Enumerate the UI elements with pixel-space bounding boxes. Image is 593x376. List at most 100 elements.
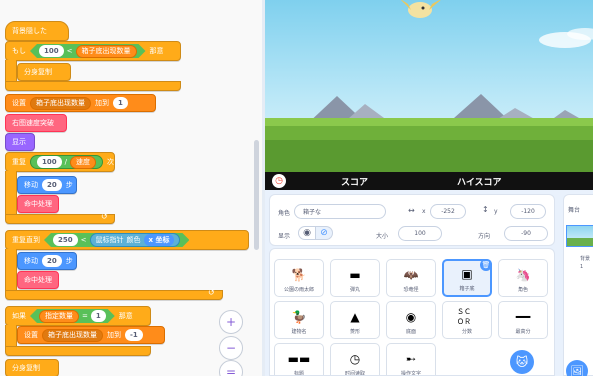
sprite-thumbnail: ━━	[515, 310, 531, 324]
variable-dropdown[interactable]: 箱子底出现数量	[30, 96, 91, 110]
sprite-thumbnail: ◉	[405, 310, 417, 324]
code-workspace[interactable]: 背景隠した もし 100 < 箱子底出现数量 那意 分身复制 设置 箱子底出现数…	[0, 0, 262, 376]
sensing-field[interactable]: 颜色	[127, 235, 141, 245]
if-block[interactable]: もし 100 < 箱子底出现数量 那意	[5, 41, 181, 61]
sprite-thumbnail: ▲	[350, 310, 360, 324]
comparison-operator[interactable]: 100 < 箱子底出现数量	[30, 44, 146, 58]
sprite-tile[interactable]: 🐕 公園の雨太郎	[274, 259, 324, 297]
hit-handler-block-2[interactable]: 命中处理	[17, 271, 59, 289]
sprite-name: 分数	[461, 329, 472, 335]
sprite-tile[interactable]: 🦇 恐竜怪	[386, 259, 436, 297]
show-sprite-eye-icon[interactable]: ◉	[298, 226, 316, 240]
sprite-tile[interactable]: ＳＣＯＲ 分数	[442, 301, 492, 339]
repeat-block[interactable]: 重复 100 / 速度 次	[5, 152, 115, 172]
divide-operator[interactable]: 100 / 速度	[30, 155, 103, 169]
stage-card[interactable]: 舞台 背景 1	[563, 194, 593, 376]
if-block-2[interactable]: 如果 指定数量 = 1 那意	[5, 306, 151, 326]
set2-value[interactable]: -1	[125, 329, 143, 341]
sprite-tile[interactable]: ◉ 底面	[386, 301, 436, 339]
sprite-tile[interactable]: 🦆 建物名	[274, 301, 324, 339]
hat-block-when-backdrop-switches[interactable]: 背景隠した	[5, 21, 69, 41]
zoom-in-button[interactable]: +	[219, 310, 243, 334]
move-steps-block-2[interactable]: 移动 20 步	[17, 252, 77, 270]
y-label: y	[494, 208, 498, 215]
sprite-name: 弾丸	[349, 287, 360, 293]
less-than-operator[interactable]: 250 < 鼠标指针 颜色 x 坐标	[44, 233, 189, 247]
sprite-tile[interactable]: ▬ 弾丸	[330, 259, 380, 297]
custom-block[interactable]: 右图速度突破	[5, 114, 67, 132]
speed-variable[interactable]: 速度	[69, 155, 96, 169]
show-label: 显示	[12, 138, 26, 146]
sprite-tile[interactable]: ▣ 箱子底 🗑	[442, 259, 492, 297]
sprite-name: 箱子底	[459, 286, 475, 292]
if-block-end	[5, 81, 181, 91]
size-input[interactable]: 100	[398, 226, 442, 241]
if-keyword: もし	[12, 47, 26, 55]
backdrop-count-value: 1	[580, 264, 584, 270]
operator-symbol: <	[66, 47, 73, 55]
variable-dropdown-2[interactable]: 箱子底出现数量	[42, 328, 103, 342]
create-clone-block[interactable]: 分身复制	[17, 63, 71, 81]
divide-operand[interactable]: 100	[37, 156, 62, 168]
set-variable-block[interactable]: 设置 箱子底出现数量 加到 1	[5, 94, 156, 112]
move-steps-block[interactable]: 移动 20 步	[17, 176, 77, 194]
sprite-name-label: 角色	[278, 210, 291, 217]
hit-handler-block[interactable]: 命中处理	[17, 195, 59, 213]
delete-sprite-icon[interactable]: 🗑	[480, 259, 492, 271]
add-sprite-button[interactable]: 🐱	[510, 350, 534, 374]
change-variable-block[interactable]: 设置 箱子底出现数量 加到 -1	[17, 326, 165, 344]
sprite-thumbnail: ＳＣＯＲ	[457, 308, 471, 326]
y-position-input[interactable]: -120	[510, 204, 546, 219]
size-label: 大小	[376, 233, 389, 240]
add-backdrop-button[interactable]: 🖼	[566, 360, 588, 376]
sprite-name: 公園の雨太郎	[283, 287, 314, 293]
hide-sprite-eye-icon[interactable]: ⊘	[315, 226, 333, 240]
sprite-thumbnail: ▬	[349, 268, 361, 282]
sprite-thumbnail: 🦆	[291, 310, 307, 324]
stage-selector[interactable]: 舞台 背景 1	[561, 190, 593, 376]
equals-operator[interactable]: 指定数量 = 1	[30, 309, 115, 323]
create-clone-block-2[interactable]: 分身复制	[5, 359, 59, 376]
if-block-2-arm	[5, 325, 17, 347]
x-position-input[interactable]: -252	[430, 204, 466, 219]
move-label: 移动	[24, 181, 38, 189]
stage-canvas[interactable]	[265, 0, 593, 172]
equals-value[interactable]: 1	[91, 310, 106, 322]
cat-icon: 🐱	[515, 355, 529, 369]
set-value[interactable]: 1	[113, 97, 128, 109]
zoom-out-button[interactable]: −	[219, 336, 243, 360]
bird-sprite[interactable]	[399, 0, 443, 18]
set2-mid: 加到	[107, 331, 121, 339]
sprite-name: 恐竜怪	[403, 287, 419, 293]
sprite-thumbnail: 🦄	[515, 268, 531, 282]
sprite-tile[interactable]: ━━ 最高分	[498, 301, 548, 339]
variable-reporter[interactable]: 箱子底出现数量	[76, 45, 137, 58]
sprite-tile[interactable]: 🦄 角色	[498, 259, 548, 297]
compare-value[interactable]: 250	[53, 234, 78, 246]
direction-input[interactable]: -90	[504, 226, 548, 241]
workspace-scrollbar[interactable]	[254, 140, 259, 250]
count-variable[interactable]: 指定数量	[39, 310, 79, 323]
zoom-reset-button[interactable]: =	[219, 360, 243, 376]
sprite-tile[interactable]: ➸ 操作文字	[386, 343, 436, 375]
sensing-property[interactable]: x 坐标	[144, 234, 175, 246]
y-arrows-icon: ↕	[482, 205, 489, 214]
repeat-block-end	[5, 214, 115, 224]
zoom-out-icon: −	[225, 341, 237, 355]
if2-suffix: 那意	[118, 312, 133, 320]
sprite-name: 最高分	[515, 329, 531, 335]
backdrop-count: 背景 1	[580, 255, 590, 271]
operand-value[interactable]: 100	[39, 45, 64, 57]
sprite-tile[interactable]: ▬▬ 标题	[274, 343, 324, 375]
move2-steps-value[interactable]: 20	[42, 255, 62, 267]
sprite-name-input[interactable]: 箱子な	[294, 204, 386, 219]
sensing-target[interactable]: 鼠标指针	[96, 235, 124, 245]
sensing-of-block[interactable]: 鼠标指针 颜色 x 坐标	[90, 233, 181, 247]
show-block[interactable]: 显示	[5, 133, 35, 151]
sprite-tile[interactable]: ▲ 菱形	[330, 301, 380, 339]
move-steps-value[interactable]: 20	[42, 179, 62, 191]
x-label: x	[422, 208, 426, 215]
sprite-tile[interactable]: ◷ 时间读取	[330, 343, 380, 375]
repeat-until-block[interactable]: 重复直到 250 < 鼠标指针 颜色 x 坐标	[5, 230, 249, 250]
stage-scenery	[265, 0, 593, 172]
